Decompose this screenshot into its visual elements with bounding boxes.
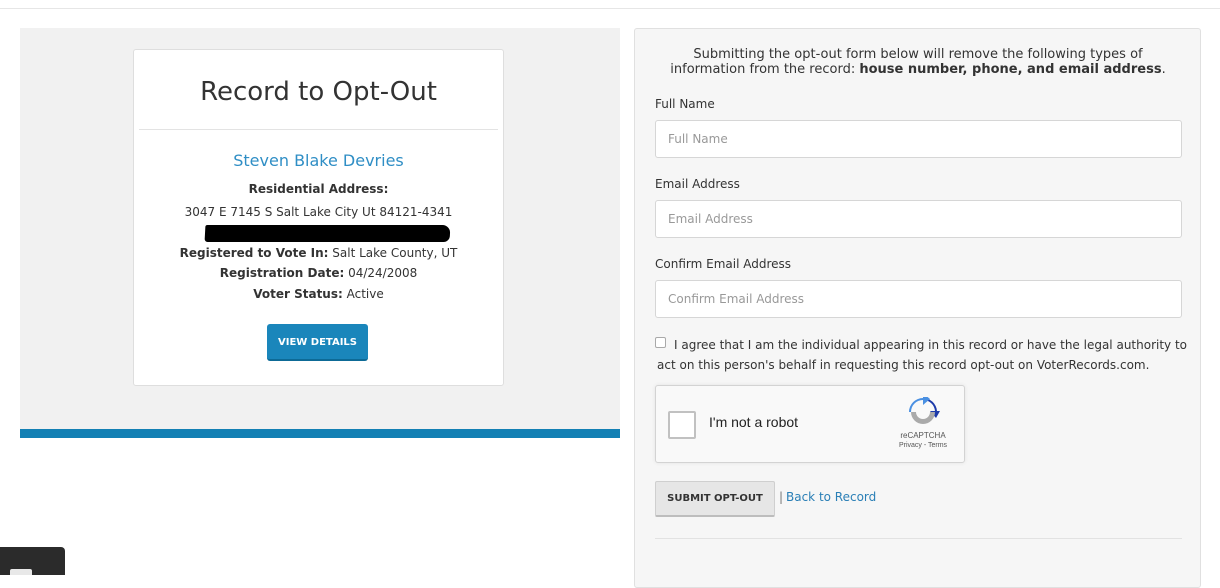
recaptcha-widget: I'm not a robot reCAPTCHA Privacy - Term…	[655, 385, 965, 463]
residential-address-heading: Residential Address:	[134, 182, 503, 196]
card-divider	[139, 129, 498, 130]
registration-date-label: Registration Date:	[219, 266, 345, 280]
voter-status-value: Active	[346, 287, 384, 301]
intro-bold: house number, phone, and email address	[859, 62, 1162, 77]
view-details-button[interactable]: VIEW DETAILS	[267, 324, 368, 361]
recaptcha-label: I'm not a robot	[709, 414, 799, 430]
full-name-input[interactable]	[655, 120, 1182, 158]
form-intro: Submitting the opt-out form below will r…	[660, 47, 1176, 77]
recaptcha-brand: reCAPTCHA	[900, 431, 946, 440]
redaction-mark	[204, 225, 451, 242]
submit-opt-out-button[interactable]: SUBMIT OPT-OUT	[655, 481, 775, 517]
back-to-record-link[interactable]: Back to Record	[786, 490, 876, 504]
form-bottom-divider	[655, 538, 1182, 539]
link-separator: |	[779, 490, 784, 504]
agree-text-line2: act on this person's behalf in requestin…	[657, 358, 1150, 372]
voter-name[interactable]: Steven Blake Devries	[134, 151, 503, 170]
intro-end: .	[1161, 62, 1166, 77]
record-card: Record to Opt-Out Steven Blake Devries R…	[133, 49, 504, 386]
top-divider	[0, 8, 1220, 9]
full-name-label: Full Name	[655, 97, 715, 111]
accent-bar	[20, 429, 620, 438]
registered-line: Registered to Vote In: Salt Lake County,…	[134, 246, 503, 260]
corner-widget[interactable]	[0, 547, 65, 575]
recaptcha-checkbox[interactable]	[668, 411, 696, 439]
residential-address-label: Residential Address:	[248, 182, 389, 196]
residential-address: 3047 E 7145 S Salt Lake City Ut 84121-43…	[184, 205, 453, 219]
corner-widget-tab	[10, 569, 32, 575]
confirm-email-label: Confirm Email Address	[655, 257, 792, 271]
registered-label: Registered to Vote In:	[179, 246, 329, 260]
agree-checkbox[interactable]	[655, 337, 666, 348]
registration-date-line: Registration Date: 04/24/2008	[134, 266, 503, 280]
recaptcha-links[interactable]: Privacy - Terms	[884, 442, 962, 449]
confirm-email-input[interactable]	[655, 280, 1182, 318]
recaptcha-logo-icon	[909, 397, 940, 424]
card-title: Record to Opt-Out	[200, 77, 437, 107]
email-label: Email Address	[655, 177, 740, 191]
agree-text-line1: I agree that I am the individual appeari…	[674, 338, 1188, 352]
voter-status-label: Voter Status:	[253, 287, 343, 301]
registration-date-value: 04/24/2008	[348, 266, 418, 280]
voter-status-line: Voter Status: Active	[134, 287, 503, 301]
email-input[interactable]	[655, 200, 1182, 238]
registered-value: Salt Lake County, UT	[332, 246, 458, 260]
